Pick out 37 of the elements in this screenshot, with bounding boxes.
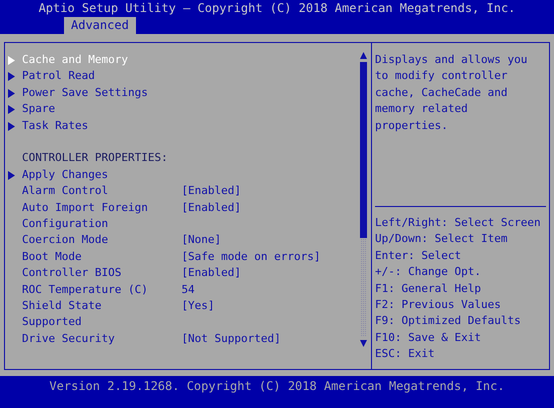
menu-item[interactable]: Task Rates	[22, 118, 88, 134]
setting-value[interactable]: [Not Supported]	[181, 330, 281, 348]
setting-label[interactable]: Coercion Mode	[22, 232, 154, 249]
key-hint: Enter: Select	[375, 248, 462, 264]
key-hint: F10: Save & Exit	[375, 330, 482, 346]
setting-label[interactable]: Boot Mode	[22, 248, 154, 266]
setting-label[interactable]: Auto Import Foreign Configuration	[22, 200, 154, 232]
setting-value[interactable]: [Enabled]	[181, 200, 242, 232]
key-hint: +/-: Change Opt.	[375, 264, 482, 280]
setting-label[interactable]: Drive Security	[22, 330, 154, 348]
key-hint: Left/Right: Select Screen	[375, 215, 542, 231]
section-heading: CONTROLLER PROPERTIES:	[22, 151, 168, 164]
menu-item[interactable]: Patrol Read	[22, 68, 95, 85]
setting-label[interactable]: Shield State Supported	[22, 298, 154, 331]
key-hint: ESC: Exit	[375, 346, 436, 362]
setting-value[interactable]: [Safe mode on errors]	[181, 248, 321, 266]
triangle-icon	[8, 170, 15, 180]
scrollbar[interactable]	[359, 51, 368, 349]
key-hint: F2: Previous Values	[375, 297, 502, 314]
setting-value[interactable]: 54	[181, 282, 195, 298]
menu-item[interactable]: Spare	[22, 101, 56, 118]
menu-item[interactable]: Apply Changes	[22, 166, 108, 184]
key-hint: F1: General Help	[375, 280, 482, 297]
tab[interactable]: Advanced	[64, 17, 136, 34]
footer-text: Version 2.19.1268. Copyright (C) 2018 American Megatrends, Inc.	[48, 378, 506, 394]
setting-label[interactable]: ROC Temperature (C)	[22, 282, 154, 298]
window-title: Aptio Setup Utility – Copyright (C) 2018 American Megatrends, Inc.	[38, 0, 516, 17]
key-hint: F9: Optimized Defaults	[375, 313, 522, 330]
setting-value[interactable]: [Enabled]	[181, 265, 242, 282]
key-hint: Up/Down: Select Item	[375, 231, 508, 248]
setting-label[interactable]: Controller BIOS	[22, 265, 154, 282]
setting-value[interactable]: [Yes]	[181, 298, 215, 331]
setting-value[interactable]: [Enabled]	[181, 183, 242, 200]
setting-value[interactable]: [None]	[181, 232, 222, 249]
help-text: Displays and allows you to modify controller cache, CacheCade and memory related properties.	[375, 52, 528, 134]
setting-label[interactable]: Alarm Control	[22, 183, 154, 200]
menu-item[interactable]: Power Save Settings	[22, 84, 148, 102]
